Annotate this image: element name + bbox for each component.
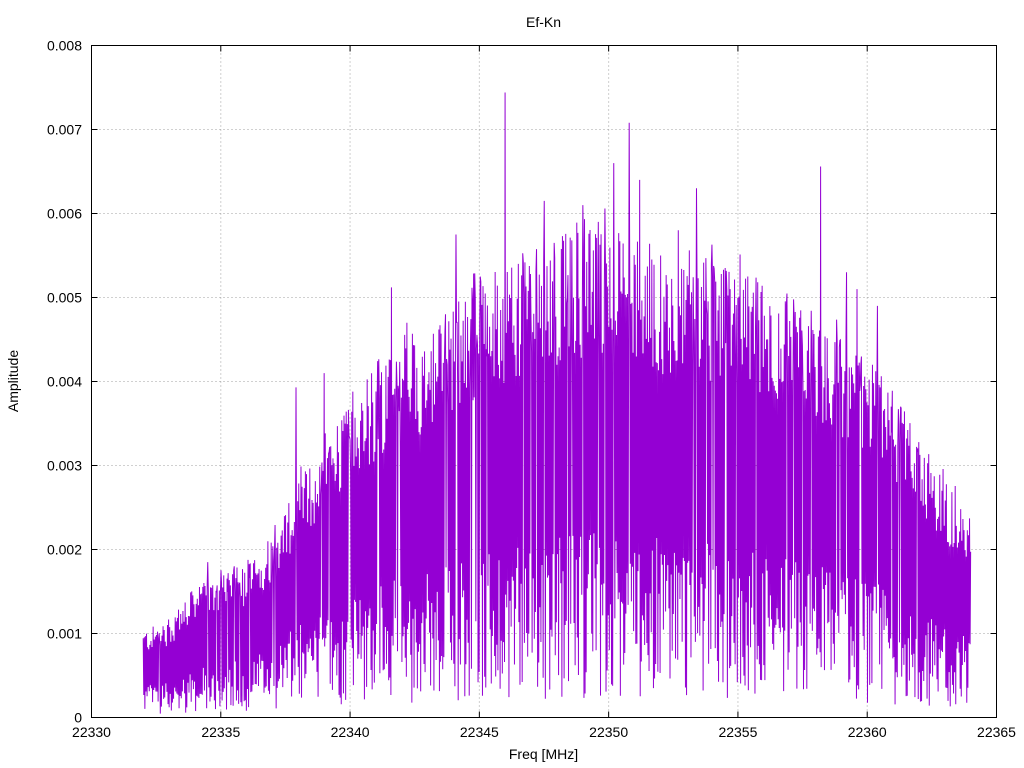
series-line [142,92,972,714]
chart: 22330 22335 22340 22345 22350 22355 22360 22365… [5,14,1016,762]
y-tick-label: 0.003 [47,458,82,474]
y-tick-label: 0 [74,710,82,726]
y-tick-label: 0.008 [47,38,82,54]
y-tick-labels: 0 0.001 0.002 0.003 0.004 0.005 0.006 0.007 0.00… [47,38,82,726]
x-tick-label: 22355 [718,724,757,740]
y-tick-label: 0.004 [47,374,82,390]
x-axis-title: Freq [MHz] [509,746,578,762]
y-axis-title: Amplitude [5,350,21,412]
y-tick-label: 0.005 [47,290,82,306]
x-tick-label: 22360 [848,724,887,740]
x-tick-label: 22340 [331,724,370,740]
x-tick-label: 22350 [589,724,628,740]
x-tick-label: 22345 [460,724,499,740]
y-tick-label: 0.006 [47,206,82,222]
x-tick-label: 22335 [201,724,240,740]
y-tick-label: 0.007 [47,122,82,138]
y-tick-label: 0.002 [47,542,82,558]
x-tick-labels: 22330 22335 22340 22345 22350 22355 22360 22365 [72,724,1016,740]
x-tick-label: 22330 [72,724,111,740]
x-tick-label: 22365 [977,724,1016,740]
series-group [142,92,972,714]
y-tick-label: 0.001 [47,626,82,642]
chart-title: Ef-Kn [526,14,561,30]
